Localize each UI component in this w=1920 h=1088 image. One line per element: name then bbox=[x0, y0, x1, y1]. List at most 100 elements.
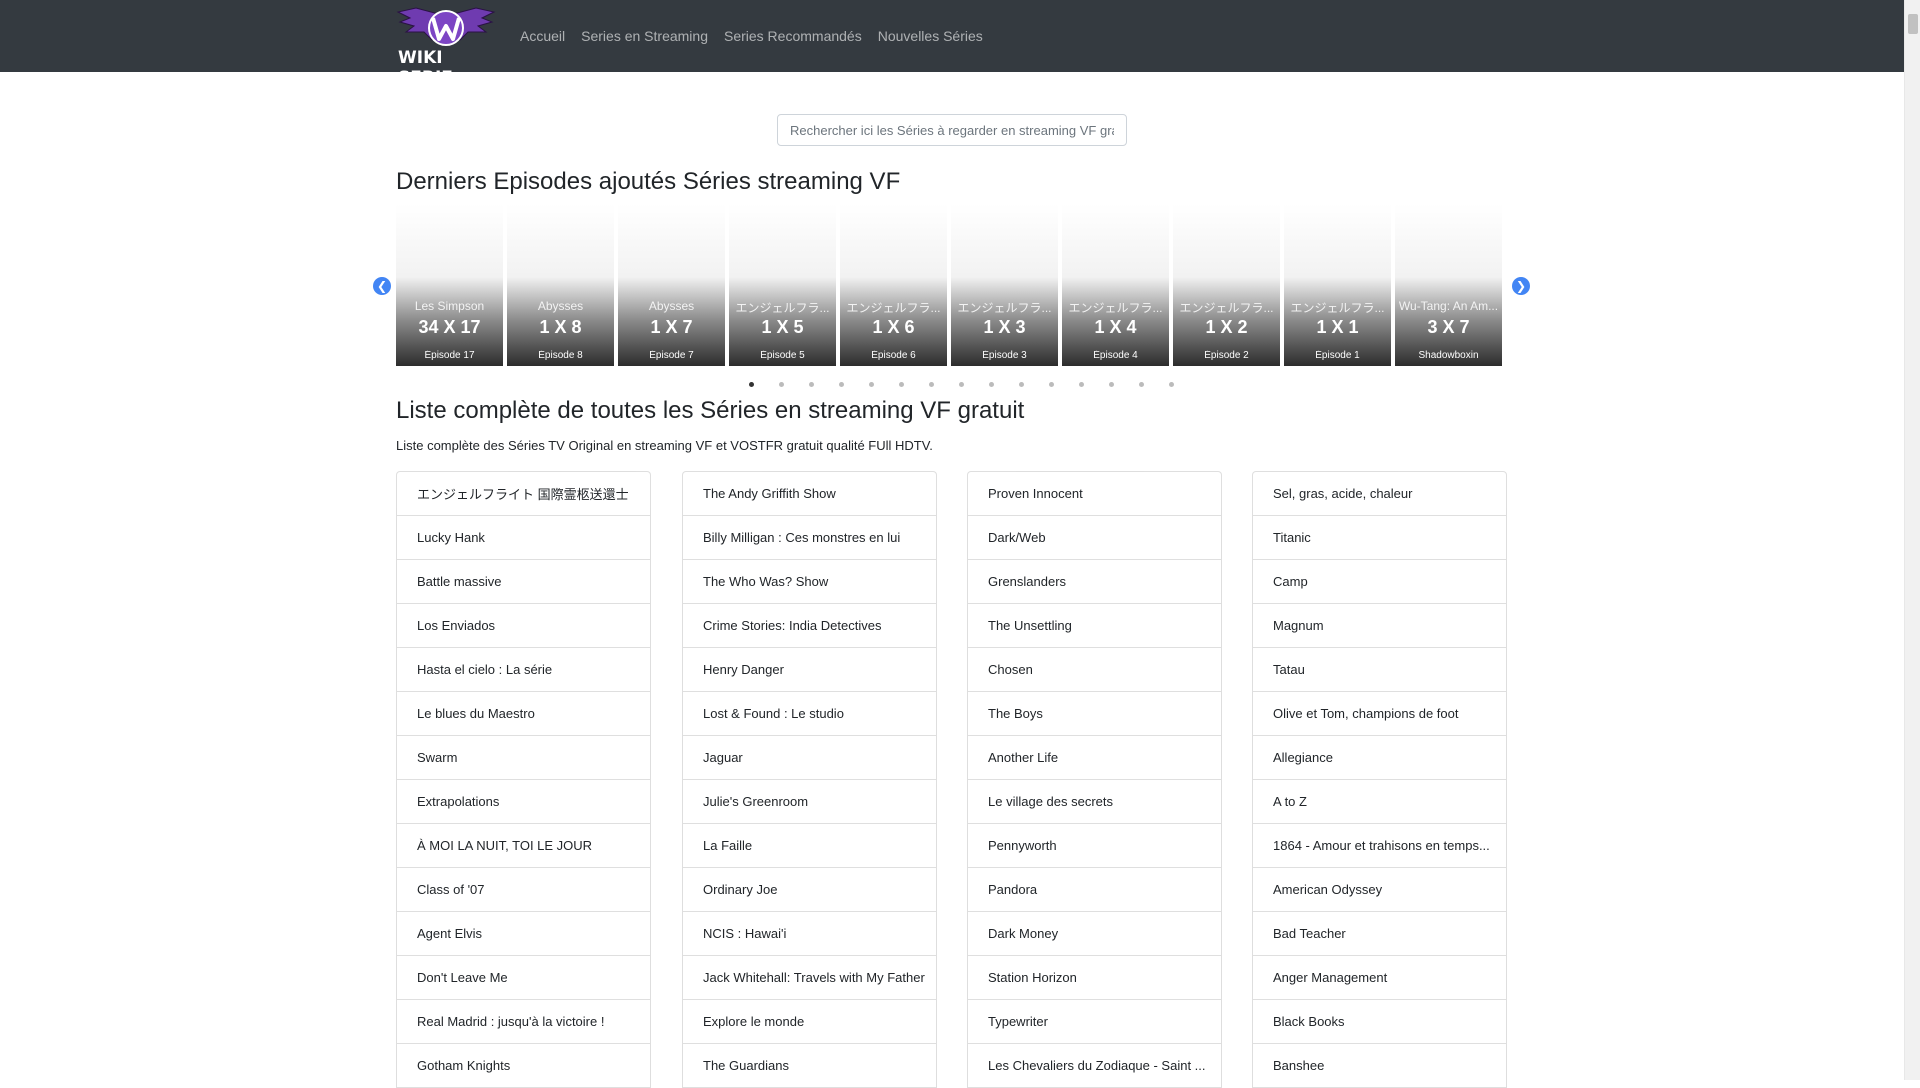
carousel-next-button[interactable]: ❯ bbox=[1512, 277, 1530, 295]
series-list-item[interactable]: 1864 - Amour et trahisons en temps... bbox=[1253, 824, 1506, 868]
nav-new-series[interactable]: Nouvelles Séries bbox=[878, 28, 983, 44]
series-list-item[interactable]: Black Books bbox=[1253, 1000, 1506, 1044]
episode-card[interactable]: Wu-Tang: An Am... 3 X 7 Shadowboxin bbox=[1395, 204, 1502, 366]
carousel-dot[interactable] bbox=[1096, 380, 1126, 388]
series-list-item[interactable]: Swarm bbox=[397, 736, 650, 780]
series-list-item[interactable]: Julie's Greenroom bbox=[683, 780, 936, 824]
carousel-dot[interactable] bbox=[1126, 380, 1156, 388]
full-list-subtitle: Liste complète des Séries TV Original en… bbox=[396, 438, 933, 453]
wiki-serie-logo[interactable]: WIKI SERIE bbox=[396, 6, 496, 88]
series-list-item[interactable]: A to Z bbox=[1253, 780, 1506, 824]
series-list-item[interactable]: Olive et Tom, champions de foot bbox=[1253, 692, 1506, 736]
series-list-item[interactable]: The Guardians bbox=[683, 1044, 936, 1088]
episode-card[interactable]: Abysses 1 X 7 Épisode 7 bbox=[618, 204, 725, 366]
top-navbar: WIKI SERIE Accueil Series en Streaming S… bbox=[0, 0, 1904, 88]
series-list-item[interactable]: Magnum bbox=[1253, 604, 1506, 648]
carousel-prev-button[interactable]: ❮ bbox=[373, 277, 391, 295]
episode-card[interactable]: エンジェルフラ... 1 X 1 Épisode 1 bbox=[1284, 204, 1391, 366]
carousel-dot[interactable] bbox=[736, 380, 766, 388]
series-list-item[interactable]: Hasta el cielo : La série bbox=[397, 648, 650, 692]
series-list-item[interactable]: Class of '07 bbox=[397, 868, 650, 912]
carousel-dot[interactable] bbox=[1066, 380, 1096, 388]
nav-home[interactable]: Accueil bbox=[520, 28, 565, 44]
series-list-item[interactable]: The Who Was? Show bbox=[683, 560, 936, 604]
carousel-dot[interactable] bbox=[1036, 380, 1066, 388]
series-list-item[interactable]: Anger Management bbox=[1253, 956, 1506, 1000]
carousel-dot[interactable] bbox=[916, 380, 946, 388]
series-list-item[interactable]: La Faille bbox=[683, 824, 936, 868]
series-list-item[interactable]: Titanic bbox=[1253, 516, 1506, 560]
series-list-item[interactable]: Les Chevaliers du Zodiaque - Saint ... bbox=[968, 1044, 1221, 1088]
episode-card-series-title: Wu-Tang: An Am... bbox=[1398, 299, 1499, 313]
series-list-item[interactable]: Pennyworth bbox=[968, 824, 1221, 868]
nav-series-recommended[interactable]: Series Recommandés bbox=[724, 28, 862, 44]
series-list-item[interactable]: Crime Stories: India Detectives bbox=[683, 604, 936, 648]
episode-card[interactable]: エンジェルフラ... 1 X 3 Épisode 3 bbox=[951, 204, 1058, 366]
series-list-item[interactable]: Another Life bbox=[968, 736, 1221, 780]
series-list-item[interactable]: Billy Milligan : Ces monstres en lui bbox=[683, 516, 936, 560]
series-list-item[interactable]: Gotham Knights bbox=[397, 1044, 650, 1088]
episode-card-season-episode: 1 X 4 bbox=[1094, 317, 1137, 337]
series-list-item[interactable]: Chosen bbox=[968, 648, 1221, 692]
carousel-dot[interactable] bbox=[976, 380, 1006, 388]
series-list-item[interactable]: Camp bbox=[1253, 560, 1506, 604]
series-list-item[interactable]: Le blues du Maestro bbox=[397, 692, 650, 736]
series-list-item[interactable]: Los Enviados bbox=[397, 604, 650, 648]
episode-card[interactable]: エンジェルフラ... 1 X 4 Épisode 4 bbox=[1062, 204, 1169, 366]
series-list-item[interactable]: Pandora bbox=[968, 868, 1221, 912]
series-list-item[interactable]: Dark/Web bbox=[968, 516, 1221, 560]
series-list-item[interactable]: Grenslanders bbox=[968, 560, 1221, 604]
nav-series-streaming[interactable]: Series en Streaming bbox=[581, 28, 708, 44]
episode-card-episode-label: Épisode 5 bbox=[760, 350, 805, 361]
series-list-item[interactable]: Extrapolations bbox=[397, 780, 650, 824]
series-list-item[interactable]: Dark Money bbox=[968, 912, 1221, 956]
series-list-item[interactable]: The Boys bbox=[968, 692, 1221, 736]
series-list-item[interactable]: Bad Teacher bbox=[1253, 912, 1506, 956]
series-list-item[interactable]: The Unsettling bbox=[968, 604, 1221, 648]
series-list-item[interactable]: Explore le monde bbox=[683, 1000, 936, 1044]
carousel-dot[interactable] bbox=[856, 380, 886, 388]
series-list-item[interactable]: Le village des secrets bbox=[968, 780, 1221, 824]
series-list-item[interactable]: Jaguar bbox=[683, 736, 936, 780]
series-list-item[interactable]: Jack Whitehall: Travels with My Father bbox=[683, 956, 936, 1000]
series-list-item[interactable]: Sel, gras, acide, chaleur bbox=[1253, 472, 1506, 516]
episode-card[interactable]: Abysses 1 X 8 Épisode 8 bbox=[507, 204, 614, 366]
series-list-item[interactable]: Station Horizon bbox=[968, 956, 1221, 1000]
carousel-dot[interactable] bbox=[886, 380, 916, 388]
carousel-dot[interactable] bbox=[766, 380, 796, 388]
series-list-item[interactable]: NCIS : Hawai'i bbox=[683, 912, 936, 956]
episode-card[interactable]: Les Simpson 34 X 17 Épisode 17 bbox=[396, 204, 503, 366]
scrollbar-thumb[interactable] bbox=[1908, 14, 1918, 34]
episode-card-episode-label: Épisode 1 bbox=[1315, 350, 1360, 361]
episode-card-season-episode: 1 X 5 bbox=[761, 317, 804, 337]
series-list-item[interactable]: Proven Innocent bbox=[968, 472, 1221, 516]
series-list-item[interactable]: Allegiance bbox=[1253, 736, 1506, 780]
series-list-item[interactable]: Don't Leave Me bbox=[397, 956, 650, 1000]
episode-card[interactable]: エンジェルフラ... 1 X 5 Épisode 5 bbox=[729, 204, 836, 366]
series-list-item[interactable]: エンジェルフライト 国際霊柩送還士 bbox=[397, 472, 650, 516]
episode-card-episode-label: Épisode 17 bbox=[424, 350, 475, 361]
series-list-item[interactable]: American Odyssey bbox=[1253, 868, 1506, 912]
series-list-item[interactable]: À MOI LA NUIT, TOI LE JOUR bbox=[397, 824, 650, 868]
episode-card-series-title: エンジェルフラ... bbox=[1179, 301, 1274, 315]
carousel-dot[interactable] bbox=[826, 380, 856, 388]
series-list-item[interactable]: Henry Danger bbox=[683, 648, 936, 692]
series-list-item[interactable]: Battle massive bbox=[397, 560, 650, 604]
episode-card[interactable]: エンジェルフラ... 1 X 6 Épisode 6 bbox=[840, 204, 947, 366]
series-list-item[interactable]: Agent Elvis bbox=[397, 912, 650, 956]
episode-card[interactable]: エンジェルフラ... 1 X 2 Épisode 2 bbox=[1173, 204, 1280, 366]
series-list-item[interactable]: Lost & Found : Le studio bbox=[683, 692, 936, 736]
search-input[interactable] bbox=[777, 114, 1127, 146]
series-list-item[interactable]: Ordinary Joe bbox=[683, 868, 936, 912]
page-scrollbar[interactable] bbox=[1904, 0, 1920, 1080]
carousel-dot[interactable] bbox=[946, 380, 976, 388]
carousel-dot[interactable] bbox=[1156, 380, 1186, 388]
carousel-dot[interactable] bbox=[796, 380, 826, 388]
carousel-dot[interactable] bbox=[1006, 380, 1036, 388]
series-list-item[interactable]: Real Madrid : jusqu'à la victoire ! bbox=[397, 1000, 650, 1044]
series-list-item[interactable]: Tatau bbox=[1253, 648, 1506, 692]
series-list-item[interactable]: Lucky Hank bbox=[397, 516, 650, 560]
series-list-item[interactable]: The Andy Griffith Show bbox=[683, 472, 936, 516]
series-list-item[interactable]: Typewriter bbox=[968, 1000, 1221, 1044]
series-list-item[interactable]: Banshee bbox=[1253, 1044, 1506, 1088]
